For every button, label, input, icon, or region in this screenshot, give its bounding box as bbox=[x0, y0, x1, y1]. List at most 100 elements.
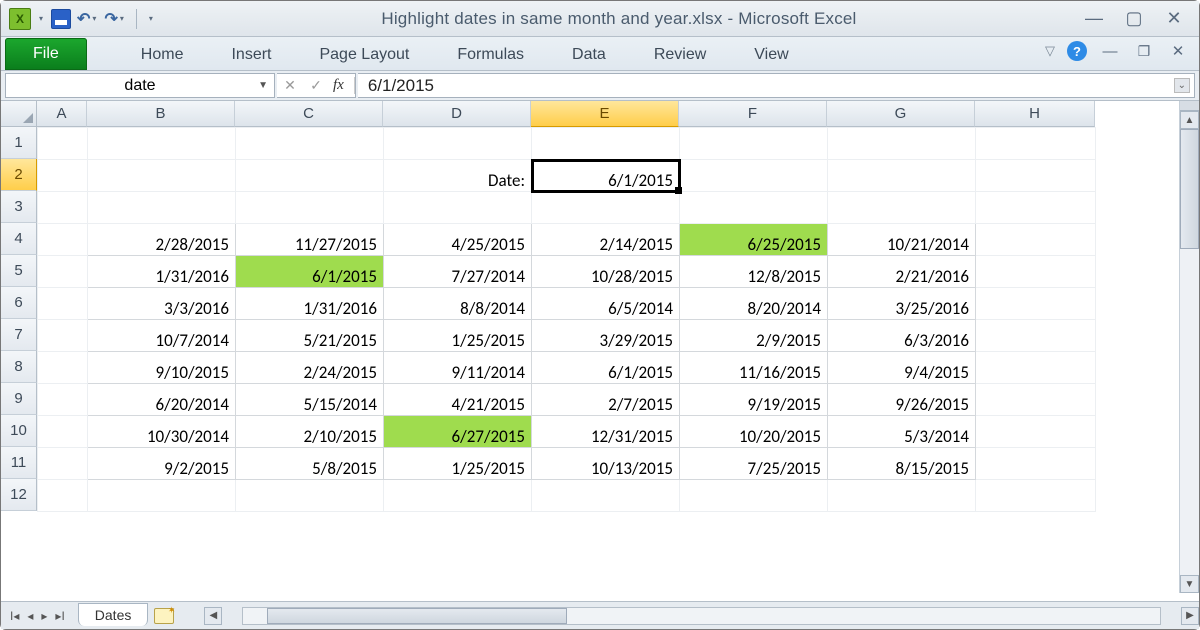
tab-home[interactable]: Home bbox=[117, 40, 208, 70]
cancel-icon[interactable]: ✕ bbox=[277, 77, 303, 94]
cell-G12[interactable] bbox=[828, 480, 976, 512]
cell-G11[interactable]: 8/15/2015 bbox=[828, 448, 976, 480]
tab-data[interactable]: Data bbox=[548, 40, 630, 70]
cell-D1[interactable] bbox=[384, 128, 532, 160]
column-header-F[interactable]: F bbox=[679, 101, 827, 127]
cell-F4[interactable]: 6/25/2015 bbox=[680, 224, 828, 256]
cell-G10[interactable]: 5/3/2014 bbox=[828, 416, 976, 448]
cell-H3[interactable] bbox=[976, 192, 1096, 224]
qat-customize-dropdown-icon[interactable]: ▾ bbox=[147, 14, 155, 23]
redo-button[interactable]: ↷▾ bbox=[104, 9, 125, 29]
workbook-restore-button[interactable]: ❐ bbox=[1133, 43, 1155, 60]
row-header-9[interactable]: 9 bbox=[1, 383, 37, 415]
cell-G5[interactable]: 2/21/2016 bbox=[828, 256, 976, 288]
tab-formulas[interactable]: Formulas bbox=[433, 40, 548, 70]
workbook-close-button[interactable]: ✕ bbox=[1167, 42, 1189, 60]
name-box[interactable]: date ▼ bbox=[5, 73, 275, 98]
tab-insert[interactable]: Insert bbox=[207, 40, 295, 70]
cell-F3[interactable] bbox=[680, 192, 828, 224]
cell-F5[interactable]: 12/8/2015 bbox=[680, 256, 828, 288]
cell-B5[interactable]: 1/31/2016 bbox=[88, 256, 236, 288]
cell-F6[interactable]: 8/20/2014 bbox=[680, 288, 828, 320]
cell-A4[interactable] bbox=[38, 224, 88, 256]
cell-G2[interactable] bbox=[828, 160, 976, 192]
vertical-scroll-thumb[interactable] bbox=[1180, 129, 1199, 249]
enter-icon[interactable]: ✓ bbox=[303, 77, 329, 94]
cell-H7[interactable] bbox=[976, 320, 1096, 352]
cell-C6[interactable]: 1/31/2016 bbox=[236, 288, 384, 320]
cell-E9[interactable]: 2/7/2015 bbox=[532, 384, 680, 416]
sheet-nav-next-icon[interactable]: ▸ bbox=[38, 607, 50, 625]
tab-view[interactable]: View bbox=[730, 40, 812, 70]
cell-B1[interactable] bbox=[88, 128, 236, 160]
cell-A10[interactable] bbox=[38, 416, 88, 448]
cell-G6[interactable]: 3/25/2016 bbox=[828, 288, 976, 320]
cell-E1[interactable] bbox=[532, 128, 680, 160]
cell-B11[interactable]: 9/2/2015 bbox=[88, 448, 236, 480]
name-box-dropdown-icon[interactable]: ▼ bbox=[258, 80, 268, 91]
cell-G1[interactable] bbox=[828, 128, 976, 160]
cell-F10[interactable]: 10/20/2015 bbox=[680, 416, 828, 448]
cell-D9[interactable]: 4/21/2015 bbox=[384, 384, 532, 416]
tab-page-layout[interactable]: Page Layout bbox=[295, 40, 433, 70]
cell-A8[interactable] bbox=[38, 352, 88, 384]
workbook-minimize-button[interactable]: ― bbox=[1099, 43, 1121, 60]
cell-A7[interactable] bbox=[38, 320, 88, 352]
cell-B10[interactable]: 10/30/2014 bbox=[88, 416, 236, 448]
cell-F12[interactable] bbox=[680, 480, 828, 512]
row-header-2[interactable]: 2 bbox=[1, 159, 37, 191]
cell-D3[interactable] bbox=[384, 192, 532, 224]
cell-F2[interactable] bbox=[680, 160, 828, 192]
column-header-G[interactable]: G bbox=[827, 101, 975, 127]
cell-B7[interactable]: 10/7/2014 bbox=[88, 320, 236, 352]
cell-H12[interactable] bbox=[976, 480, 1096, 512]
cell-D12[interactable] bbox=[384, 480, 532, 512]
cell-H10[interactable] bbox=[976, 416, 1096, 448]
cell-D2[interactable]: Date: bbox=[384, 160, 532, 192]
cell-C5[interactable]: 6/1/2015 bbox=[236, 256, 384, 288]
scroll-down-button[interactable]: ▼ bbox=[1180, 575, 1199, 593]
row-header-3[interactable]: 3 bbox=[1, 191, 37, 223]
cell-E3[interactable] bbox=[532, 192, 680, 224]
cell-C2[interactable] bbox=[236, 160, 384, 192]
cell-H9[interactable] bbox=[976, 384, 1096, 416]
formula-expand-icon[interactable]: ⌄ bbox=[1174, 78, 1190, 93]
cell-E12[interactable] bbox=[532, 480, 680, 512]
cell-A12[interactable] bbox=[38, 480, 88, 512]
cell-B3[interactable] bbox=[88, 192, 236, 224]
cell-C4[interactable]: 11/27/2015 bbox=[236, 224, 384, 256]
row-header-11[interactable]: 11 bbox=[1, 447, 37, 479]
cell-B6[interactable]: 3/3/2016 bbox=[88, 288, 236, 320]
sheet-nav-first-icon[interactable]: I◂ bbox=[7, 607, 22, 625]
cell-D7[interactable]: 1/25/2015 bbox=[384, 320, 532, 352]
cell-C12[interactable] bbox=[236, 480, 384, 512]
cell-H6[interactable] bbox=[976, 288, 1096, 320]
cell-C1[interactable] bbox=[236, 128, 384, 160]
cell-H4[interactable] bbox=[976, 224, 1096, 256]
sheet-tab-active[interactable]: Dates bbox=[78, 603, 149, 626]
cell-E11[interactable]: 10/13/2015 bbox=[532, 448, 680, 480]
cell-F1[interactable] bbox=[680, 128, 828, 160]
cell-B9[interactable]: 6/20/2014 bbox=[88, 384, 236, 416]
cell-E5[interactable]: 10/28/2015 bbox=[532, 256, 680, 288]
ribbon-minimize-icon[interactable]: ▽ bbox=[1045, 43, 1055, 59]
scroll-up-button[interactable]: ▲ bbox=[1180, 111, 1199, 129]
cell-C10[interactable]: 2/10/2015 bbox=[236, 416, 384, 448]
cell-C3[interactable] bbox=[236, 192, 384, 224]
new-sheet-button[interactable] bbox=[154, 608, 174, 624]
cell-D11[interactable]: 1/25/2015 bbox=[384, 448, 532, 480]
cell-H2[interactable] bbox=[976, 160, 1096, 192]
row-header-5[interactable]: 5 bbox=[1, 255, 37, 287]
vertical-split-handle[interactable] bbox=[1180, 101, 1199, 111]
minimize-button[interactable]: ― bbox=[1083, 8, 1105, 29]
cell-G7[interactable]: 6/3/2016 bbox=[828, 320, 976, 352]
cell-H11[interactable] bbox=[976, 448, 1096, 480]
cell-E4[interactable]: 2/14/2015 bbox=[532, 224, 680, 256]
cell-C9[interactable]: 5/15/2014 bbox=[236, 384, 384, 416]
cell-A5[interactable] bbox=[38, 256, 88, 288]
undo-button[interactable]: ↶▾ bbox=[77, 9, 98, 29]
cell-D6[interactable]: 8/8/2014 bbox=[384, 288, 532, 320]
cell-E7[interactable]: 3/29/2015 bbox=[532, 320, 680, 352]
cell-F11[interactable]: 7/25/2015 bbox=[680, 448, 828, 480]
vertical-scroll-track[interactable] bbox=[1180, 129, 1199, 575]
